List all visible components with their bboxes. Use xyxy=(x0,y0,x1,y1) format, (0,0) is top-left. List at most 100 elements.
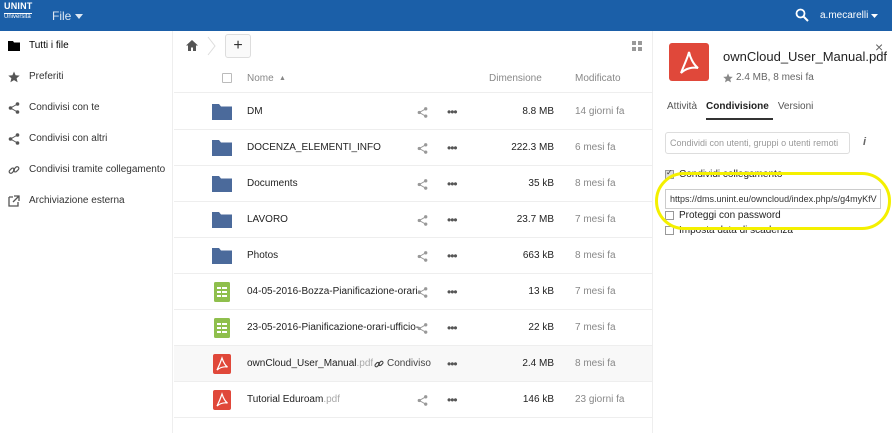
sidebar: Tutti i file Preferiti Condivisi con te … xyxy=(0,31,173,433)
share-icon[interactable] xyxy=(417,251,428,262)
details-meta-text: 2.4 MB, 8 mesi fa xyxy=(736,72,814,83)
file-size: 146 kB xyxy=(522,394,554,405)
file-size: 663 kB xyxy=(522,250,554,261)
folder-icon xyxy=(212,138,232,158)
more-actions-icon[interactable]: ••• xyxy=(447,105,461,119)
table-row[interactable]: DM ••• 8.8 MB 14 giorni fa xyxy=(174,94,652,130)
more-actions-icon[interactable]: ••• xyxy=(447,213,461,227)
file-size: 8.8 MB xyxy=(522,106,554,117)
share-icon[interactable] xyxy=(417,287,428,298)
file-name[interactable]: 04-05-2016-Bozza-Pianificazione-orari-.x… xyxy=(247,286,422,297)
more-actions-icon[interactable]: ••• xyxy=(447,321,461,335)
select-all-checkbox[interactable] xyxy=(222,73,232,83)
breadcrumb: + xyxy=(174,31,652,61)
expiry-checkbox[interactable]: Imposta data di scadenza xyxy=(665,225,793,236)
sidebar-item-all-files[interactable]: Tutti i file xyxy=(0,35,173,57)
checkbox-checked[interactable] xyxy=(665,168,674,179)
file-size: 23.7 MB xyxy=(516,214,554,225)
folder-icon xyxy=(212,210,232,230)
more-actions-icon[interactable]: ••• xyxy=(447,249,461,263)
column-name-header[interactable]: Nome xyxy=(247,73,274,84)
table-row[interactable]: DOCENZA_ELEMENTI_INFO ••• 222.3 MB 6 mesi f… xyxy=(174,130,652,166)
file-name-base: LAVORO xyxy=(247,214,288,225)
details-meta: 2.4 MB, 8 mesi fa xyxy=(723,72,814,83)
sidebar-item-shared-with-you[interactable]: Condivisi con te xyxy=(0,97,173,119)
logo[interactable]: UNINT Università xyxy=(4,2,34,28)
share-icon[interactable] xyxy=(417,107,428,118)
star-icon xyxy=(8,71,20,83)
new-button[interactable]: + xyxy=(225,34,251,58)
user-menu[interactable]: a.mecarelli xyxy=(820,10,879,21)
table-row[interactable]: LAVORO ••• 23.7 MB 7 mesi fa xyxy=(174,202,652,238)
sidebar-item-label: Tutti i file xyxy=(29,40,69,51)
shared-label: Condiviso xyxy=(387,358,431,369)
file-name[interactable]: LAVORO xyxy=(247,214,288,225)
expiry-label: Imposta data di scadenza xyxy=(679,225,793,236)
column-modified-header[interactable]: Modificato xyxy=(575,73,621,84)
more-actions-icon[interactable]: ••• xyxy=(447,357,461,371)
table-row[interactable]: Photos ••• 663 kB 8 mesi fa xyxy=(174,238,652,274)
home-icon[interactable] xyxy=(186,40,198,51)
file-size: 35 kB xyxy=(528,178,554,189)
more-actions-icon[interactable]: ••• xyxy=(447,177,461,191)
file-modified: 14 giorni fa xyxy=(575,106,625,117)
file-name-base: Photos xyxy=(247,250,279,261)
table-row[interactable]: 04-05-2016-Bozza-Pianificazione-orari-.x… xyxy=(174,274,652,310)
share-icon[interactable] xyxy=(417,395,428,406)
sidebar-item-external-storage[interactable]: Archiviazione esterna xyxy=(0,190,173,212)
breadcrumb-separator-icon xyxy=(207,36,216,56)
star-icon[interactable] xyxy=(723,72,733,83)
share-with-input[interactable]: Condividi con utenti, gruppi o utenti re… xyxy=(665,132,850,154)
share-link-checkbox[interactable]: Condividi collegamento xyxy=(665,168,782,180)
table-row[interactable]: 23-05-2016-Pianificazione-orari-ufficio-… xyxy=(174,310,652,346)
table-row[interactable]: Tutorial Eduroam.pdf ••• 146 kB 23 giorni f… xyxy=(174,382,652,418)
tab-versions[interactable]: Versioni xyxy=(778,101,818,120)
column-size-header[interactable]: Dimensione xyxy=(489,73,542,84)
file-name[interactable]: Tutorial Eduroam.pdf xyxy=(247,394,340,405)
file-modified: 8 mesi fa xyxy=(575,250,616,261)
file-modified: 8 mesi fa xyxy=(575,178,616,189)
tab-sharing[interactable]: Condivisione xyxy=(706,101,773,120)
file-name-base: ownCloud_User_Manual xyxy=(247,358,357,369)
file-modified: 7 mesi fa xyxy=(575,286,616,297)
app-menu[interactable]: File xyxy=(52,9,84,23)
sidebar-item-shared-with-others[interactable]: Condivisi con altri xyxy=(0,128,173,150)
share-icon[interactable] xyxy=(417,215,428,226)
sidebar-item-label: Condivisi tramite collegamento xyxy=(29,164,166,175)
table-row[interactable]: Documents ••• 35 kB 8 mesi fa xyxy=(174,166,652,202)
file-name[interactable]: Photos xyxy=(247,250,278,261)
caret-down-icon xyxy=(75,13,84,19)
shared-status[interactable]: Condiviso xyxy=(374,358,431,369)
file-name-base: 23-05-2016-Pianificazione-orari-ufficio- xyxy=(247,322,420,333)
pdf-file-icon xyxy=(212,390,232,410)
file-name[interactable]: Documents xyxy=(247,178,298,189)
search-icon[interactable] xyxy=(795,8,809,22)
sidebar-item-shared-by-link[interactable]: Condivisi tramite collegamento xyxy=(0,159,173,181)
grid-view-icon[interactable] xyxy=(632,41,642,51)
more-actions-icon[interactable]: ••• xyxy=(447,393,461,407)
file-name[interactable]: DOCENZA_ELEMENTI_INFO xyxy=(247,142,381,153)
sidebar-item-label: Condivisi con altri xyxy=(29,133,108,144)
more-actions-icon[interactable]: ••• xyxy=(447,141,461,155)
details-panel: × ownCloud_User_Manual.pdf 2.4 MB, 8 mes… xyxy=(652,31,892,433)
file-name[interactable]: DM xyxy=(247,106,263,117)
file-name[interactable]: 23-05-2016-Pianificazione-orari-ufficio-… xyxy=(247,322,422,333)
file-name[interactable]: ownCloud_User_Manual.pdf xyxy=(247,358,373,369)
share-link-field[interactable]: https://dms.unint.eu/owncloud/index.php/… xyxy=(665,189,881,209)
share-icon[interactable] xyxy=(417,323,428,334)
share-icon xyxy=(8,102,20,114)
file-modified: 8 mesi fa xyxy=(575,358,616,369)
info-icon[interactable]: i xyxy=(863,136,866,148)
table-row[interactable]: ownCloud_User_Manual.pdf Condiviso ••• 2.4 … xyxy=(174,346,652,382)
password-checkbox[interactable]: Proteggi con password xyxy=(665,210,781,221)
tab-activity[interactable]: Attività xyxy=(667,101,701,120)
sidebar-item-favorites[interactable]: Preferiti xyxy=(0,66,173,88)
pdf-file-icon xyxy=(669,43,709,81)
more-actions-icon[interactable]: ••• xyxy=(447,285,461,299)
file-list-area: + Nome ▲ Dimensione Modificato DM ••• 8.8 … xyxy=(174,31,652,433)
share-icon[interactable] xyxy=(417,143,428,154)
checkbox-unchecked[interactable] xyxy=(665,226,674,235)
file-extension: .pdf xyxy=(323,394,341,405)
share-icon[interactable] xyxy=(417,179,428,190)
checkbox-unchecked[interactable] xyxy=(665,211,674,220)
